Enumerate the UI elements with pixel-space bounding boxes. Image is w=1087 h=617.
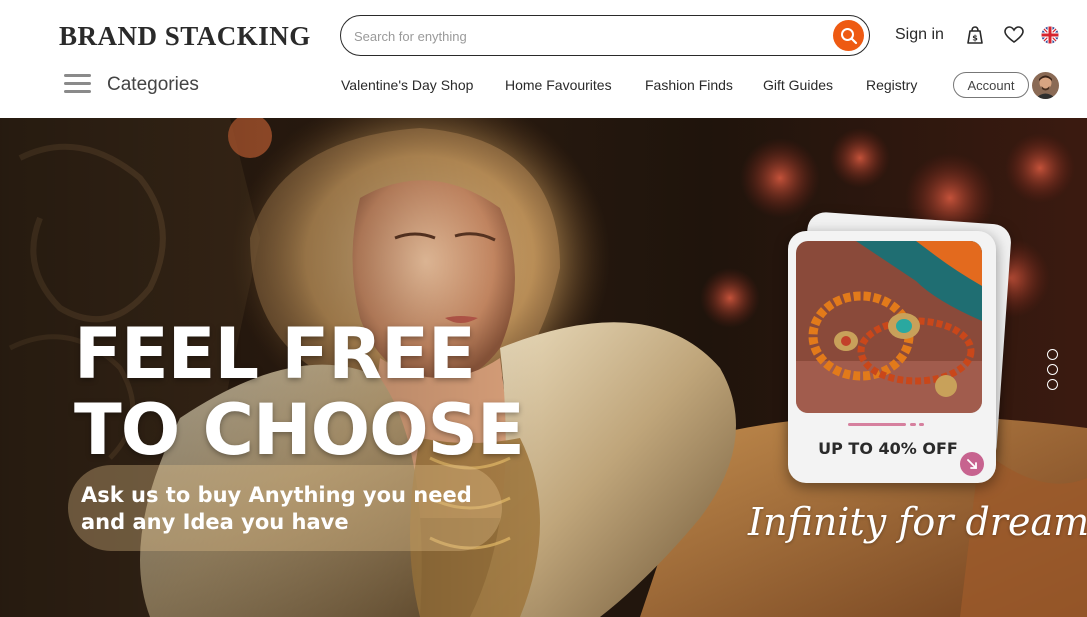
slide-dot-3[interactable] — [1047, 379, 1058, 390]
slide-dot-1[interactable] — [1047, 349, 1058, 360]
nav-valentines-day-shop[interactable]: Valentine's Day Shop — [341, 77, 473, 93]
hero-banner: FEEL FREE TO CHOOSE Ask us to buy Anythi… — [0, 118, 1087, 617]
svg-text:$: $ — [972, 34, 978, 43]
search-icon — [840, 27, 857, 44]
hero-headline-line2: TO CHOOSE — [74, 389, 525, 471]
nav-gift-guides[interactable]: Gift Guides — [763, 77, 833, 93]
hero-subtext-line1: Ask us to buy Anything you need — [81, 483, 472, 507]
brand-logo[interactable]: BRAND STACKING — [59, 21, 311, 52]
search-input[interactable] — [354, 25, 814, 47]
bag-dollar-icon[interactable]: $ — [964, 24, 986, 46]
nav-fashion-finds[interactable]: Fashion Finds — [645, 77, 733, 93]
slide-dot-2[interactable] — [1047, 364, 1058, 375]
promo-arrow-button[interactable] — [960, 452, 984, 476]
hero-subtext-line2: and any Idea you have — [81, 510, 349, 534]
uk-flag-icon[interactable] — [1039, 24, 1061, 46]
nav-home-favourites[interactable]: Home Favourites — [505, 77, 612, 93]
nav-registry[interactable]: Registry — [866, 77, 917, 93]
categories-menu[interactable]: Categories — [107, 74, 199, 96]
avatar[interactable] — [1032, 72, 1059, 99]
arrow-down-right-icon — [967, 459, 977, 469]
card-progress-indicator — [848, 423, 924, 426]
search-bar — [340, 15, 870, 56]
account-button[interactable]: Account — [953, 72, 1029, 98]
hero-tagline: Infinity for dreams — [748, 500, 1087, 544]
promo-card[interactable]: UP TO 40% OFF — [788, 231, 996, 483]
heart-icon[interactable] — [1003, 24, 1025, 46]
hero-subtext: Ask us to buy Anything you need and any … — [81, 482, 501, 536]
hero-headline: FEEL FREE TO CHOOSE — [74, 313, 525, 471]
hero-headline-line1: FEEL FREE — [74, 313, 476, 395]
sign-in-link[interactable]: Sign in — [895, 26, 944, 44]
promo-label: UP TO 40% OFF — [818, 439, 958, 458]
bracelet-product-image — [796, 241, 982, 413]
site-header: BRAND STACKING Sign in $ — [0, 0, 1087, 118]
search-button[interactable] — [833, 20, 864, 51]
hamburger-menu-icon[interactable] — [64, 74, 91, 94]
